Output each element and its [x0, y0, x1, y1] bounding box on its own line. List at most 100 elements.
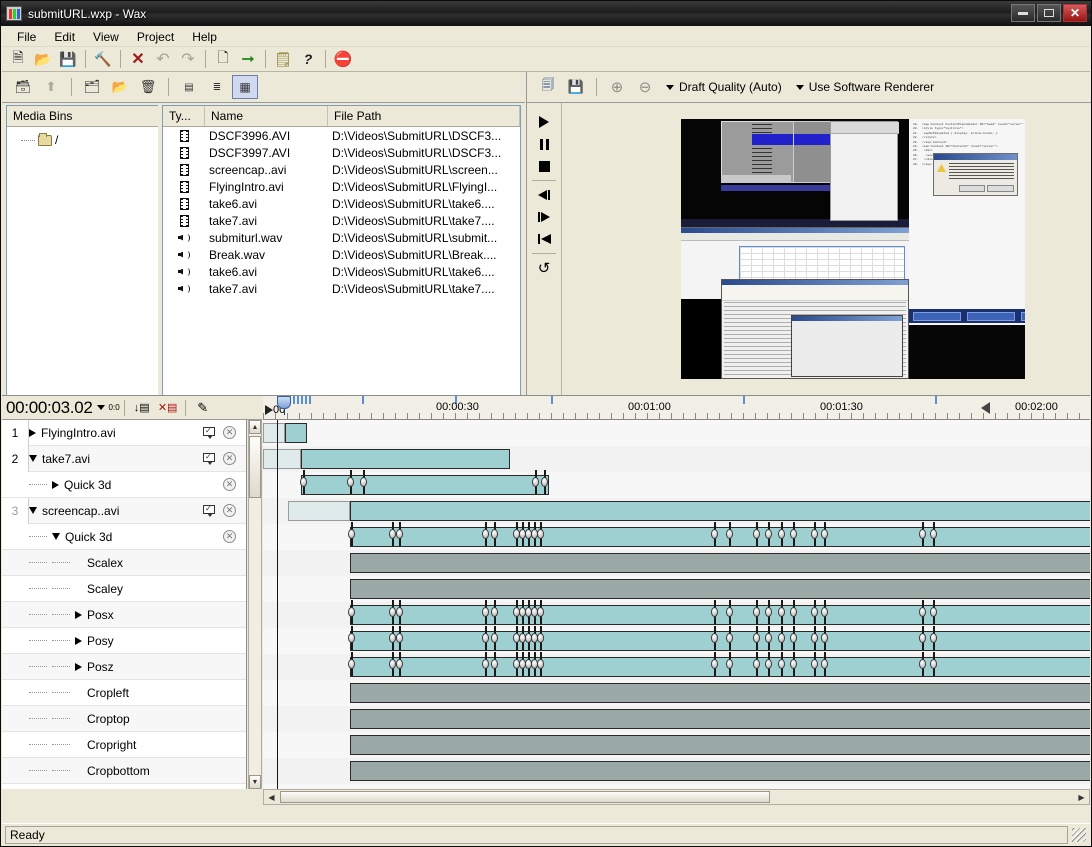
keyframe-marker[interactable] [360, 477, 367, 487]
keyframe-marker[interactable] [811, 659, 818, 669]
scroll-right-arrow-icon[interactable]: ▶ [1074, 790, 1089, 804]
keyframe-marker[interactable] [396, 659, 403, 669]
track-row[interactable]: Cropleft [2, 680, 246, 706]
ruler-marker[interactable] [743, 396, 745, 404]
keyframe-marker[interactable] [919, 659, 926, 669]
zoom-out-icon[interactable]: ⊖ [632, 75, 658, 99]
track-row[interactable]: Croptop [2, 706, 246, 732]
clip-row[interactable] [263, 628, 1090, 654]
keyframe-marker[interactable] [821, 659, 828, 669]
timeline-clip[interactable] [350, 657, 1090, 677]
keyframe-marker[interactable] [491, 633, 498, 643]
keyframe-marker[interactable] [790, 529, 797, 539]
play-button[interactable] [530, 111, 558, 133]
timeline-clip[interactable] [350, 527, 1090, 547]
open-file-icon[interactable]: 📂 [31, 48, 55, 70]
preview-video-frame[interactable]: 19. <asp:Content ContentPlaceHolder ID="… [681, 119, 1025, 379]
clip-row[interactable] [263, 472, 1090, 498]
next-frame-button[interactable] [530, 206, 558, 228]
clip-row[interactable] [263, 654, 1090, 680]
timeline-clip[interactable] [301, 475, 549, 495]
keyframe-marker[interactable] [930, 633, 937, 643]
keyframe-marker[interactable] [482, 607, 489, 617]
maximize-button[interactable] [1037, 4, 1061, 22]
insert-track-icon[interactable]: ↓▤ [129, 398, 155, 418]
scroll-up-arrow-icon[interactable]: ▲ [249, 420, 261, 434]
media-file-row[interactable]: submiturl.wavD:\Videos\SubmitURL\submit.… [163, 229, 520, 246]
menu-file[interactable]: File [8, 28, 45, 46]
keyframe-marker[interactable] [348, 633, 355, 643]
keyframe-marker[interactable] [532, 477, 539, 487]
monitor-toggle-icon[interactable]: ✓ [203, 453, 216, 465]
keyframe-marker[interactable] [491, 529, 498, 539]
ruler-marker[interactable] [551, 396, 553, 404]
chevron-down-icon[interactable] [97, 405, 105, 410]
keyframe-marker[interactable] [753, 607, 760, 617]
track-row[interactable]: Cropbottom [2, 758, 246, 784]
timeline-clip[interactable] [350, 605, 1090, 625]
keyframe-marker[interactable] [491, 607, 498, 617]
clip-row[interactable] [263, 576, 1090, 602]
track-row[interactable]: Posy [2, 628, 246, 654]
clip-row[interactable] [263, 758, 1090, 784]
ruler-marker[interactable] [362, 396, 364, 404]
keyframe-marker[interactable] [753, 529, 760, 539]
scroll-thumb[interactable] [249, 436, 261, 498]
track-list-vertical-scrollbar[interactable]: ▲ ▼ [248, 420, 262, 789]
timeline-ruler[interactable]: 00 00:00:30 00:01:00 00:01:30 00:02:00 [263, 396, 1090, 420]
minimize-button[interactable] [1011, 4, 1035, 22]
properties-icon[interactable]: 🗋 [211, 48, 235, 70]
keyframe-marker[interactable] [790, 607, 797, 617]
renderer-dropdown[interactable]: Use Software Renderer [790, 78, 940, 96]
clip-row[interactable] [263, 550, 1090, 576]
remove-track-icon[interactable]: ✕ [223, 504, 236, 517]
expand-triangle-icon[interactable] [75, 663, 82, 671]
ruler-marker[interactable] [305, 396, 307, 404]
track-row[interactable]: Posx [2, 602, 246, 628]
keyframe-marker[interactable] [726, 659, 733, 669]
track-row[interactable]: Scalex [2, 550, 246, 576]
keyframe-marker[interactable] [711, 659, 718, 669]
menu-help[interactable]: Help [183, 28, 226, 46]
keyframe-marker[interactable] [919, 607, 926, 617]
keyframe-marker[interactable] [347, 477, 354, 487]
keyframe-marker[interactable] [919, 529, 926, 539]
keyframe-marker[interactable] [300, 477, 307, 487]
timeline-clip[interactable] [350, 553, 1090, 573]
keyframe-marker[interactable] [930, 659, 937, 669]
media-file-row[interactable]: DSCF3997.AVID:\Videos\SubmitURL\DSCF3... [163, 144, 520, 161]
remove-track-icon[interactable]: ✕ [223, 426, 236, 439]
keyframe-marker[interactable] [537, 659, 544, 669]
clip-row[interactable] [263, 446, 1090, 472]
large-icons-view-icon[interactable]: ▤ [176, 75, 202, 99]
keyframe-marker[interactable] [348, 607, 355, 617]
quality-dropdown[interactable]: Draft Quality (Auto) [660, 78, 788, 96]
keyframe-marker[interactable] [711, 607, 718, 617]
keyframe-marker[interactable] [537, 607, 544, 617]
column-header-filepath[interactable]: File Path [328, 106, 520, 126]
media-file-row[interactable]: take6.aviD:\Videos\SubmitURL\take6.... [163, 263, 520, 280]
clip-row[interactable] [263, 602, 1090, 628]
track-row[interactable]: Quick 3d✕ [2, 472, 246, 498]
timeline-clip[interactable] [301, 449, 510, 469]
media-file-row[interactable]: FlyingIntro.aviD:\Videos\SubmitURL\Flyin… [163, 178, 520, 195]
build-icon[interactable]: 🔨 [91, 48, 115, 70]
keyframe-marker[interactable] [726, 607, 733, 617]
timeline-clip[interactable] [350, 631, 1090, 651]
keyframe-marker[interactable] [790, 633, 797, 643]
keyframe-marker[interactable] [396, 633, 403, 643]
clip-row[interactable] [263, 680, 1090, 706]
resize-grip-icon[interactable] [1072, 828, 1086, 842]
track-row[interactable]: 2take7.avi✓✕ [2, 446, 246, 472]
undo-icon[interactable]: ↶ [151, 48, 175, 70]
monitor-toggle-icon[interactable]: ✓ [203, 505, 216, 517]
keyframe-marker[interactable] [821, 607, 828, 617]
media-file-row[interactable]: screencap..aviD:\Videos\SubmitURL\screen… [163, 161, 520, 178]
keyframe-marker[interactable] [930, 607, 937, 617]
keyframe-marker[interactable] [396, 607, 403, 617]
timeline-clip[interactable] [288, 501, 350, 521]
collapse-triangle-icon[interactable] [29, 507, 37, 514]
clip-row[interactable] [263, 498, 1090, 524]
keyframe-marker[interactable] [711, 633, 718, 643]
go-to-start-button[interactable] [530, 228, 558, 250]
